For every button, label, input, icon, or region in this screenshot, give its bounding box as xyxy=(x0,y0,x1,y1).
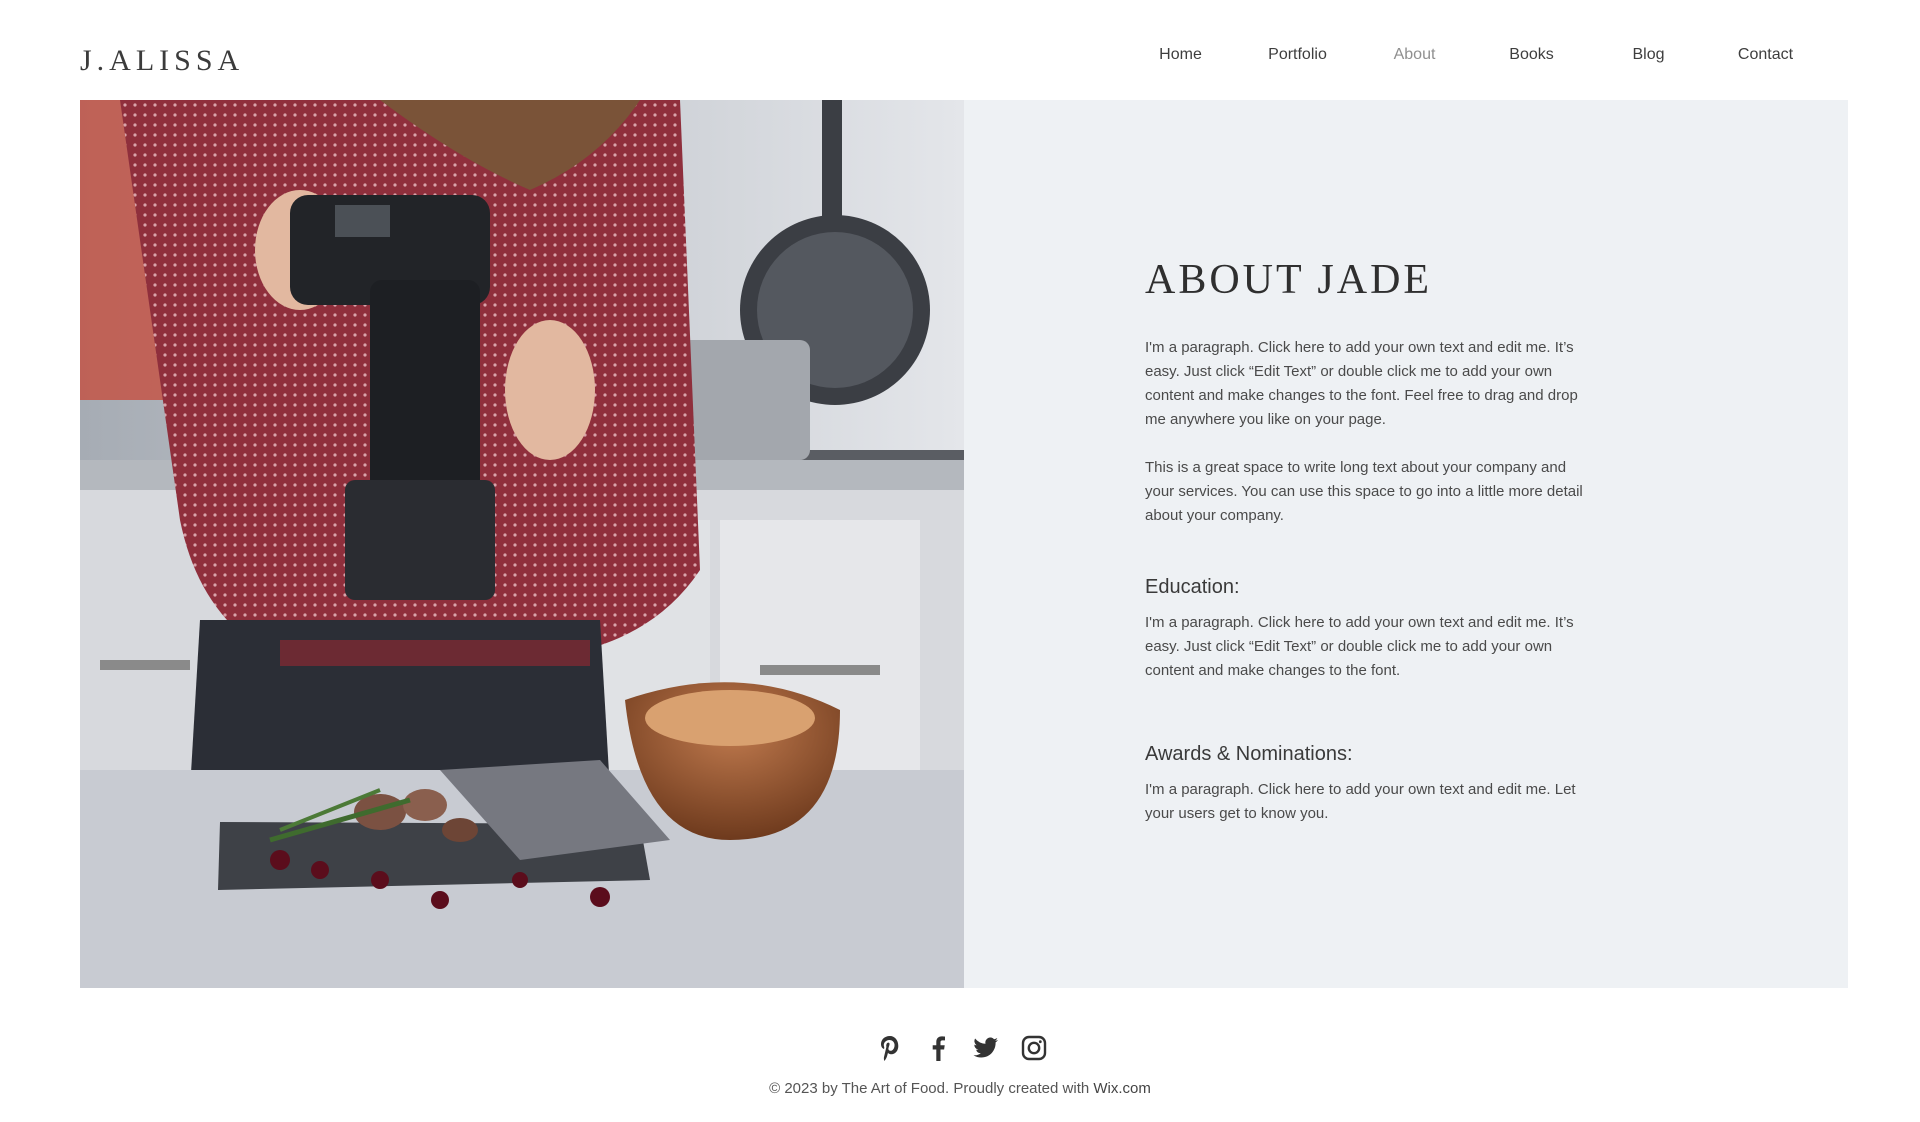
nav-about[interactable]: About xyxy=(1356,46,1473,64)
nav-contact[interactable]: Contact xyxy=(1707,46,1824,64)
footer-copyright: © 2023 by The Art of Food. Proudly creat… xyxy=(0,1080,1920,1097)
photographer-illustration xyxy=(80,100,964,988)
about-panel: ABOUT JADE I'm a paragraph. Click here t… xyxy=(964,100,1848,988)
about-paragraph-2: This is a great space to write long text… xyxy=(1145,459,1583,524)
page-title: ABOUT JADE xyxy=(1145,257,1433,303)
education-text: I'm a paragraph. Click here to add your … xyxy=(1145,614,1574,679)
nav-home[interactable]: Home xyxy=(1122,46,1239,64)
facebook-icon[interactable] xyxy=(924,1034,952,1062)
about-content: ABOUT JADE I'm a paragraph. Click here t… xyxy=(1145,256,1585,826)
awards-text: I'm a paragraph. Click here to add your … xyxy=(1145,781,1576,822)
main-nav: Home Portfolio About Books Blog Contact xyxy=(1122,46,1824,64)
nav-blog[interactable]: Blog xyxy=(1590,46,1707,64)
about-paragraph-1: I'm a paragraph. Click here to add your … xyxy=(1145,339,1578,428)
awards-heading: Awards & Nominations: xyxy=(1145,743,1353,765)
social-bar xyxy=(876,1034,1048,1062)
instagram-icon[interactable] xyxy=(1020,1034,1048,1062)
twitter-icon[interactable] xyxy=(972,1034,1000,1062)
nav-books[interactable]: Books xyxy=(1473,46,1590,64)
education-heading: Education: xyxy=(1145,576,1240,598)
site-logo[interactable]: J.ALISSA xyxy=(80,44,244,78)
page: J.ALISSA Home Portfolio About Books Blog… xyxy=(0,0,1920,1122)
pinterest-icon[interactable] xyxy=(876,1034,904,1062)
copyright-text: © 2023 by The Art of Food. Proudly creat… xyxy=(769,1080,1094,1097)
nav-portfolio[interactable]: Portfolio xyxy=(1239,46,1356,64)
wix-link[interactable]: Wix.com xyxy=(1093,1080,1151,1097)
hero-photo xyxy=(80,100,964,988)
